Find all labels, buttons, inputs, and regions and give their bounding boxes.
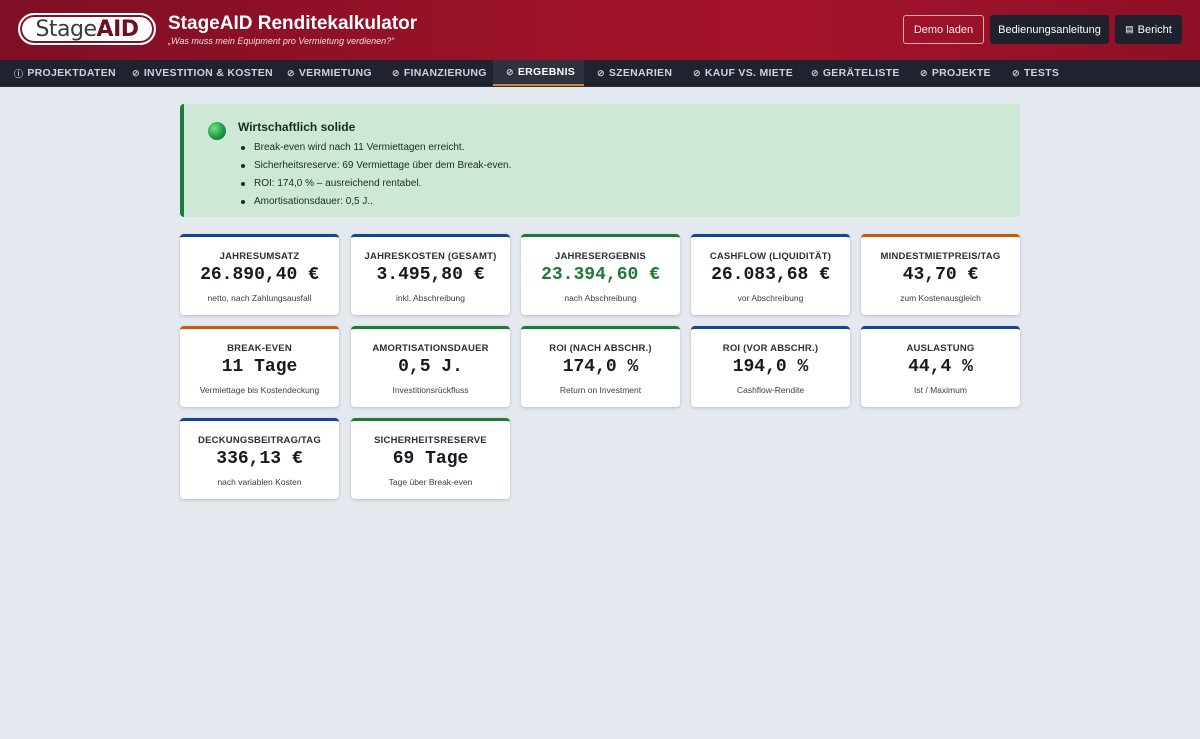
kpi-card-break-even: BREAK-EVEN 11 Tage Vermiettage bis Koste…: [180, 326, 339, 407]
assessment-title: Wirtschaftlich solide: [238, 120, 356, 134]
kpi-value: 3.495,80 €: [376, 265, 485, 285]
kpi-card-jahreskosten: JAHRESKOSTEN (GESAMT) 3.495,80 € inkl. A…: [351, 234, 510, 315]
kpi-card-jahresergebnis: JAHRESERGEBNIS 23.394,60 € nach Abschrei…: [521, 234, 680, 315]
kpi-subtext: netto, nach Zahlungsausfall: [207, 293, 312, 303]
kpi-label: JAHRESUMSATZ: [219, 251, 300, 262]
logo-text: StageAID: [35, 16, 139, 42]
tab-investition-kosten[interactable]: ⊘ INVESTITION & KOSTEN: [132, 60, 273, 86]
tab-projekte[interactable]: ⊘ PROJEKTE: [920, 60, 991, 86]
list-item: Amortisationsdauer: 0,5 J..: [240, 193, 511, 211]
app-header: StageAID StageAID Renditekalkulator „Was…: [0, 0, 1200, 60]
app-subtitle: „Was muss mein Equipment pro Vermietung …: [168, 36, 395, 46]
kpi-label: MINDESTMIETPREIS/TAG: [880, 251, 1001, 262]
tab-label: INVESTITION & KOSTEN: [143, 67, 273, 79]
report-button[interactable]: ▤ Bericht: [1115, 15, 1182, 44]
kpi-card-cashflow: CASHFLOW (LIQUIDITÄT) 26.083,68 € vor Ab…: [691, 234, 850, 315]
kpi-value: 26.890,40 €: [200, 265, 319, 285]
logo-aid-text: AID: [96, 16, 139, 42]
circle-icon: ⊘: [392, 67, 400, 78]
assessment-list: Break-even wird nach 11 Vermiettagen err…: [240, 139, 511, 211]
tab-label: KAUF VS. MIETE: [704, 67, 794, 79]
kpi-subtext: Investitionsrückfluss: [392, 385, 469, 395]
kpi-card-deckungsbeitrag: DECKUNGSBEITRAG/TAG 336,13 € nach variab…: [180, 418, 339, 499]
kpi-value: 23.394,60 €: [541, 265, 660, 285]
tab-ergebnis[interactable]: ⊘ ERGEBNIS: [493, 60, 584, 86]
kpi-subtext: nach Abschreibung: [564, 293, 637, 303]
kpi-value: 44,4 %: [908, 357, 973, 377]
list-item: ROI: 174,0 % – ausreichend rentabel.: [240, 175, 511, 193]
tab-kauf-vs-miete[interactable]: ⊘ KAUF VS. MIETE: [693, 60, 793, 86]
kpi-subtext: Tage über Break-even: [388, 477, 473, 487]
report-button-label: Bericht: [1137, 23, 1172, 36]
logo-stage-text: Stage: [35, 16, 97, 42]
tab-label: FINANZIERUNG: [403, 67, 487, 79]
circle-icon: ⊘: [597, 67, 605, 78]
kpi-label: CASHFLOW (LIQUIDITÄT): [709, 251, 832, 262]
kpi-card-amortisationsdauer: AMORTISATIONSDAUER 0,5 J. Investitionsrü…: [351, 326, 510, 407]
tab-label: PROJEKTDATEN: [27, 67, 116, 79]
kpi-subtext: zum Kostenausgleich: [900, 293, 981, 303]
kpi-value: 0,5 J.: [398, 357, 463, 377]
kpi-label: BREAK-EVEN: [227, 343, 292, 354]
kpi-value: 174,0 %: [562, 357, 639, 377]
tab-szenarien[interactable]: ⊘ SZENARIEN: [597, 60, 672, 86]
tab-label: ERGEBNIS: [517, 66, 576, 78]
status-indicator-icon: [208, 122, 226, 140]
tab-label: GERÄTELISTE: [822, 67, 900, 79]
kpi-label: AUSLASTUNG: [906, 343, 975, 354]
tab-geraeteliste[interactable]: ⊘ GERÄTELISTE: [811, 60, 900, 86]
main-nav: ⓘ PROJEKTDATEN ⊘ INVESTITION & KOSTEN ⊘ …: [0, 60, 1200, 87]
kpi-value: 11 Tage: [221, 357, 298, 377]
kpi-label: JAHRESERGEBNIS: [555, 251, 646, 262]
kpi-subtext: vor Abschreibung: [737, 293, 804, 303]
kpi-label: ROI (VOR ABSCHR.): [722, 343, 819, 354]
kpi-subtext: Return on Investment: [559, 385, 642, 395]
list-item: Break-even wird nach 11 Vermiettagen err…: [240, 139, 511, 157]
kpi-card-roi-nach: ROI (NACH ABSCHR.) 174,0 % Return on Inv…: [521, 326, 680, 407]
kpi-value: 43,70 €: [902, 265, 979, 285]
demo-load-button[interactable]: Demo laden: [903, 15, 984, 44]
circle-icon: ⊘: [132, 67, 140, 78]
info-icon: ⓘ: [14, 68, 24, 79]
tab-label: VERMIETUNG: [298, 67, 372, 79]
circle-icon: ⊘: [920, 67, 928, 78]
manual-button[interactable]: Bedienungsanleitung: [990, 15, 1109, 44]
list-item: Sicherheitsreserve: 69 Vermiettage über …: [240, 157, 511, 175]
kpi-card-auslastung: AUSLASTUNG 44,4 % Ist / Maximum: [861, 326, 1020, 407]
circle-icon: ⊘: [1012, 67, 1020, 78]
tab-label: TESTS: [1023, 67, 1060, 79]
kpi-subtext: Cashflow-Rendite: [736, 385, 805, 395]
kpi-card-sicherheitsreserve: SICHERHEITSRESERVE 69 Tage Tage über Bre…: [351, 418, 510, 499]
circle-icon: ⊘: [693, 67, 701, 78]
tab-label: PROJEKTE: [931, 67, 991, 79]
kpi-label: SICHERHEITSRESERVE: [374, 435, 487, 446]
tab-label: SZENARIEN: [608, 67, 673, 79]
kpi-value: 194,0 %: [732, 357, 809, 377]
tab-projektdaten[interactable]: ⓘ PROJEKTDATEN: [14, 60, 116, 86]
tab-tests[interactable]: ⊘ TESTS: [1012, 60, 1059, 86]
kpi-label: JAHRESKOSTEN (GESAMT): [364, 251, 497, 262]
kpi-label: ROI (NACH ABSCHR.): [549, 343, 652, 354]
kpi-subtext: Vermiettage bis Kostendeckung: [199, 385, 320, 395]
kpi-subtext: Ist / Maximum: [914, 385, 967, 395]
kpi-card-jahresumsatz: JAHRESUMSATZ 26.890,40 € netto, nach Zah…: [180, 234, 339, 315]
kpi-value: 336,13 €: [216, 449, 303, 469]
kpi-label: AMORTISATIONSDAUER: [372, 343, 489, 354]
kpi-card-roi-vor: ROI (VOR ABSCHR.) 194,0 % Cashflow-Rendi…: [691, 326, 850, 407]
circle-icon: ⊘: [811, 67, 819, 78]
circle-icon: ⊘: [506, 66, 514, 77]
kpi-value: 69 Tage: [392, 449, 469, 469]
kpi-subtext: inkl. Abschreibung: [396, 293, 465, 303]
circle-icon: ⊘: [287, 67, 295, 78]
app-title: StageAID Renditekalkulator: [168, 13, 418, 34]
kpi-value: 26.083,68 €: [711, 265, 830, 285]
assessment-panel: Wirtschaftlich solide Break-even wird na…: [180, 104, 1020, 217]
printer-icon: ▤: [1125, 24, 1134, 34]
kpi-card-mindestmietpreis: MINDESTMIETPREIS/TAG 43,70 € zum Kostena…: [861, 234, 1020, 315]
stageaid-logo[interactable]: StageAID: [18, 13, 156, 45]
kpi-subtext: nach variablen Kosten: [217, 477, 302, 487]
kpi-label: DECKUNGSBEITRAG/TAG: [198, 435, 321, 446]
tab-vermietung[interactable]: ⊘ VERMIETUNG: [287, 60, 372, 86]
tab-finanzierung[interactable]: ⊘ FINANZIERUNG: [392, 60, 487, 86]
